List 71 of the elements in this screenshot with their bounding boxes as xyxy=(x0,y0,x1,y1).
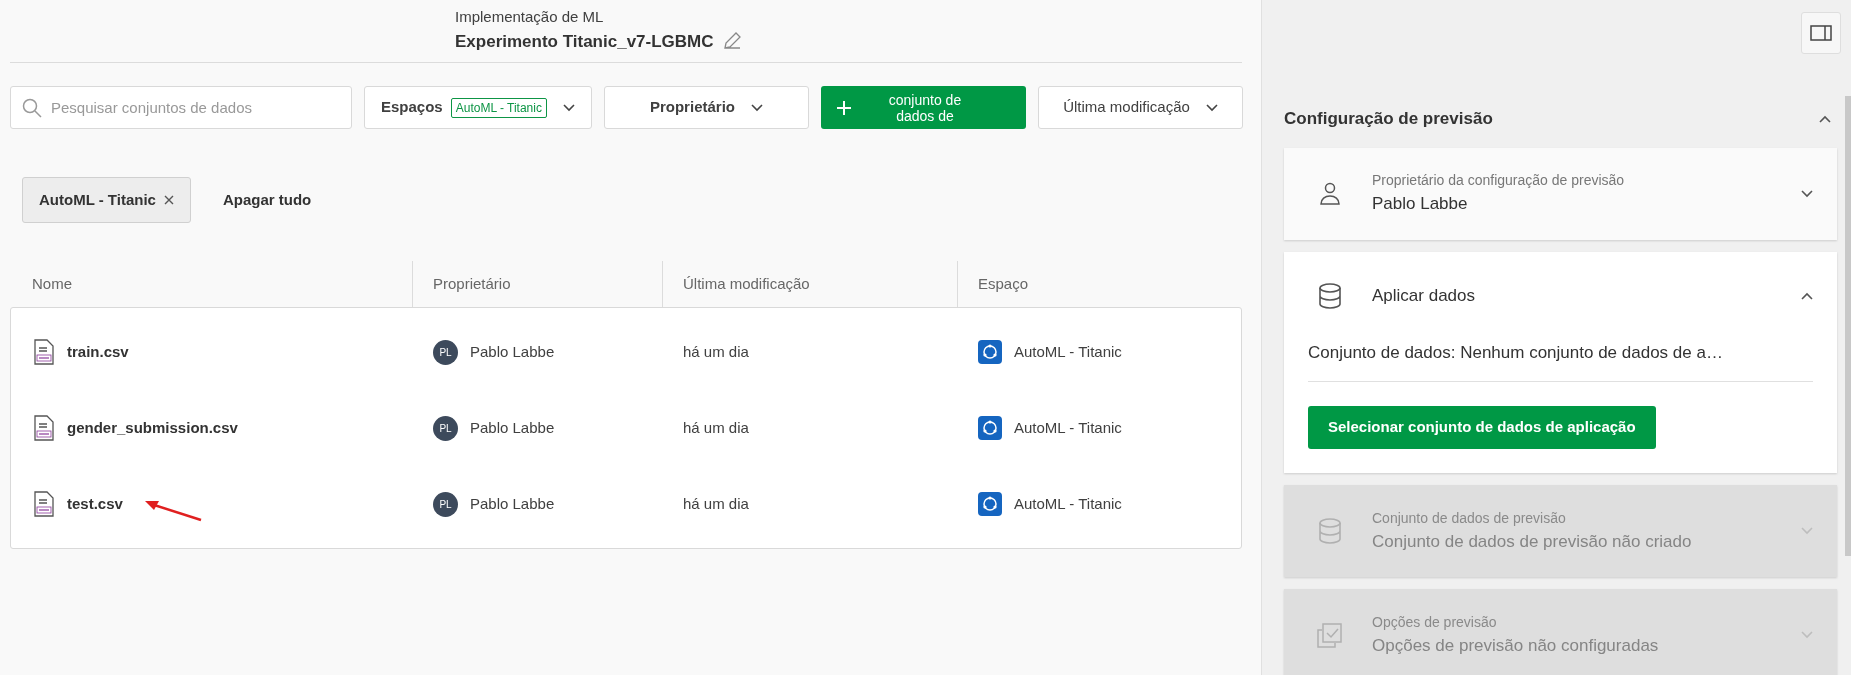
owner-name: Pablo Labbe xyxy=(470,341,555,362)
filter-label: Proprietário xyxy=(649,97,735,118)
experiment-title: Experimento Titanic_v7-LGBMC xyxy=(455,30,714,53)
section-value: Pablo Labbe xyxy=(1372,193,1469,216)
section-header[interactable]: Aplicar dados xyxy=(1284,251,1837,340)
chevron-down-icon xyxy=(1801,527,1813,535)
file-icon xyxy=(33,415,55,441)
owner-avatar: PL xyxy=(433,491,458,517)
column-header[interactable]: Proprietário xyxy=(433,272,511,296)
section-label: Aplicar dados xyxy=(1372,284,1476,307)
owner-name: Pablo Labbe xyxy=(470,493,555,514)
file-icon xyxy=(33,491,55,517)
plus-icon xyxy=(837,100,851,115)
section-value: Conjunto de dados de previsão não criado xyxy=(1372,530,1693,553)
chevron-down-icon xyxy=(562,103,575,112)
column-header[interactable]: Última modificação xyxy=(683,272,810,296)
filter-dropdown[interactable]: Última modificação xyxy=(1038,86,1243,129)
section-label: Conjunto de dados de previsão xyxy=(1372,508,1567,528)
table-row[interactable]: gender_submission.csv PL Pablo Labbe há um dia AutoML - Titanic xyxy=(11,390,1241,466)
file-name: gender_submission.csv xyxy=(67,417,238,438)
filter-tag: AutoML - Titanic xyxy=(450,97,547,118)
owner-name: Pablo Labbe xyxy=(470,417,555,438)
filter-chip[interactable]: AutoML - Titanic xyxy=(22,177,191,223)
section-value: Opções de previsão não configuradas xyxy=(1372,634,1660,657)
panel-title: Configuração de previsão xyxy=(1284,108,1493,130)
space-icon xyxy=(978,416,1002,440)
table-row[interactable]: train.csv PL Pablo Labbe há um dia AutoML - Titanic xyxy=(11,314,1241,390)
space-icon xyxy=(978,492,1002,516)
space-name: AutoML - Titanic xyxy=(1014,417,1122,438)
chevron-up-icon xyxy=(1801,291,1813,300)
section-header[interactable]: Proprietário da configuração de previsão Pablo Labbe xyxy=(1284,147,1837,240)
sidebar-icon xyxy=(1810,25,1832,41)
chevron-down-icon xyxy=(1205,103,1218,112)
search-icon xyxy=(22,98,42,118)
modified-time: há um dia xyxy=(682,341,749,362)
section-label: Proprietário da configuração de previsão xyxy=(1372,171,1626,191)
database-icon xyxy=(1318,518,1342,544)
space-icon xyxy=(978,340,1002,364)
breadcrumb: Implementação de ML xyxy=(455,7,605,27)
space-name: AutoML - Titanic xyxy=(1014,341,1122,362)
column-header[interactable]: Espaço xyxy=(978,272,1029,296)
person-icon xyxy=(1319,181,1341,206)
clear-all-link[interactable]: Apagar tudo xyxy=(222,188,312,212)
owner-avatar: PL xyxy=(433,339,458,365)
modified-time: há um dia xyxy=(682,417,749,438)
dataset-status: Conjunto de dados: Nenhum conjunto de dados de a… xyxy=(1308,339,1813,382)
chevron-down-icon xyxy=(1801,189,1813,198)
file-name: test.csv xyxy=(67,493,123,514)
chevron-down-icon xyxy=(751,103,763,112)
owner-avatar: PL xyxy=(433,415,458,441)
table-row[interactable]: test.csv PL Pablo Labbe há um dia AutoML - Titanic xyxy=(11,466,1241,542)
section-label: Opções de previsão xyxy=(1372,612,1498,632)
column-header[interactable]: Nome xyxy=(32,272,72,296)
add-dataset-button[interactable]: conjunto de dados de xyxy=(821,86,1026,129)
filter-dropdown[interactable]: Proprietário xyxy=(603,86,809,129)
checklist-icon xyxy=(1317,622,1343,648)
chip-label: AutoML - Titanic xyxy=(39,189,156,210)
search-field[interactable]: Pesquisar conjuntos de dados xyxy=(10,86,352,129)
modified-time: há um dia xyxy=(682,493,749,514)
database-icon xyxy=(1318,282,1342,309)
filter-label: Última modificação xyxy=(1063,97,1190,118)
select-dataset-button[interactable]: Selecionar conjunto de dados de aplicação xyxy=(1308,406,1656,449)
close-icon[interactable] xyxy=(163,195,174,205)
space-name: AutoML - Titanic xyxy=(1014,493,1122,514)
panel-toggle-button[interactable] xyxy=(1801,12,1841,54)
filter-label: Espaços xyxy=(381,97,443,118)
file-name: train.csv xyxy=(67,341,129,362)
pencil-icon[interactable] xyxy=(721,31,742,52)
filter-dropdown[interactable]: Espaços AutoML - Titanic xyxy=(364,86,592,129)
chevron-down-icon xyxy=(1801,631,1813,639)
file-icon xyxy=(33,339,55,365)
